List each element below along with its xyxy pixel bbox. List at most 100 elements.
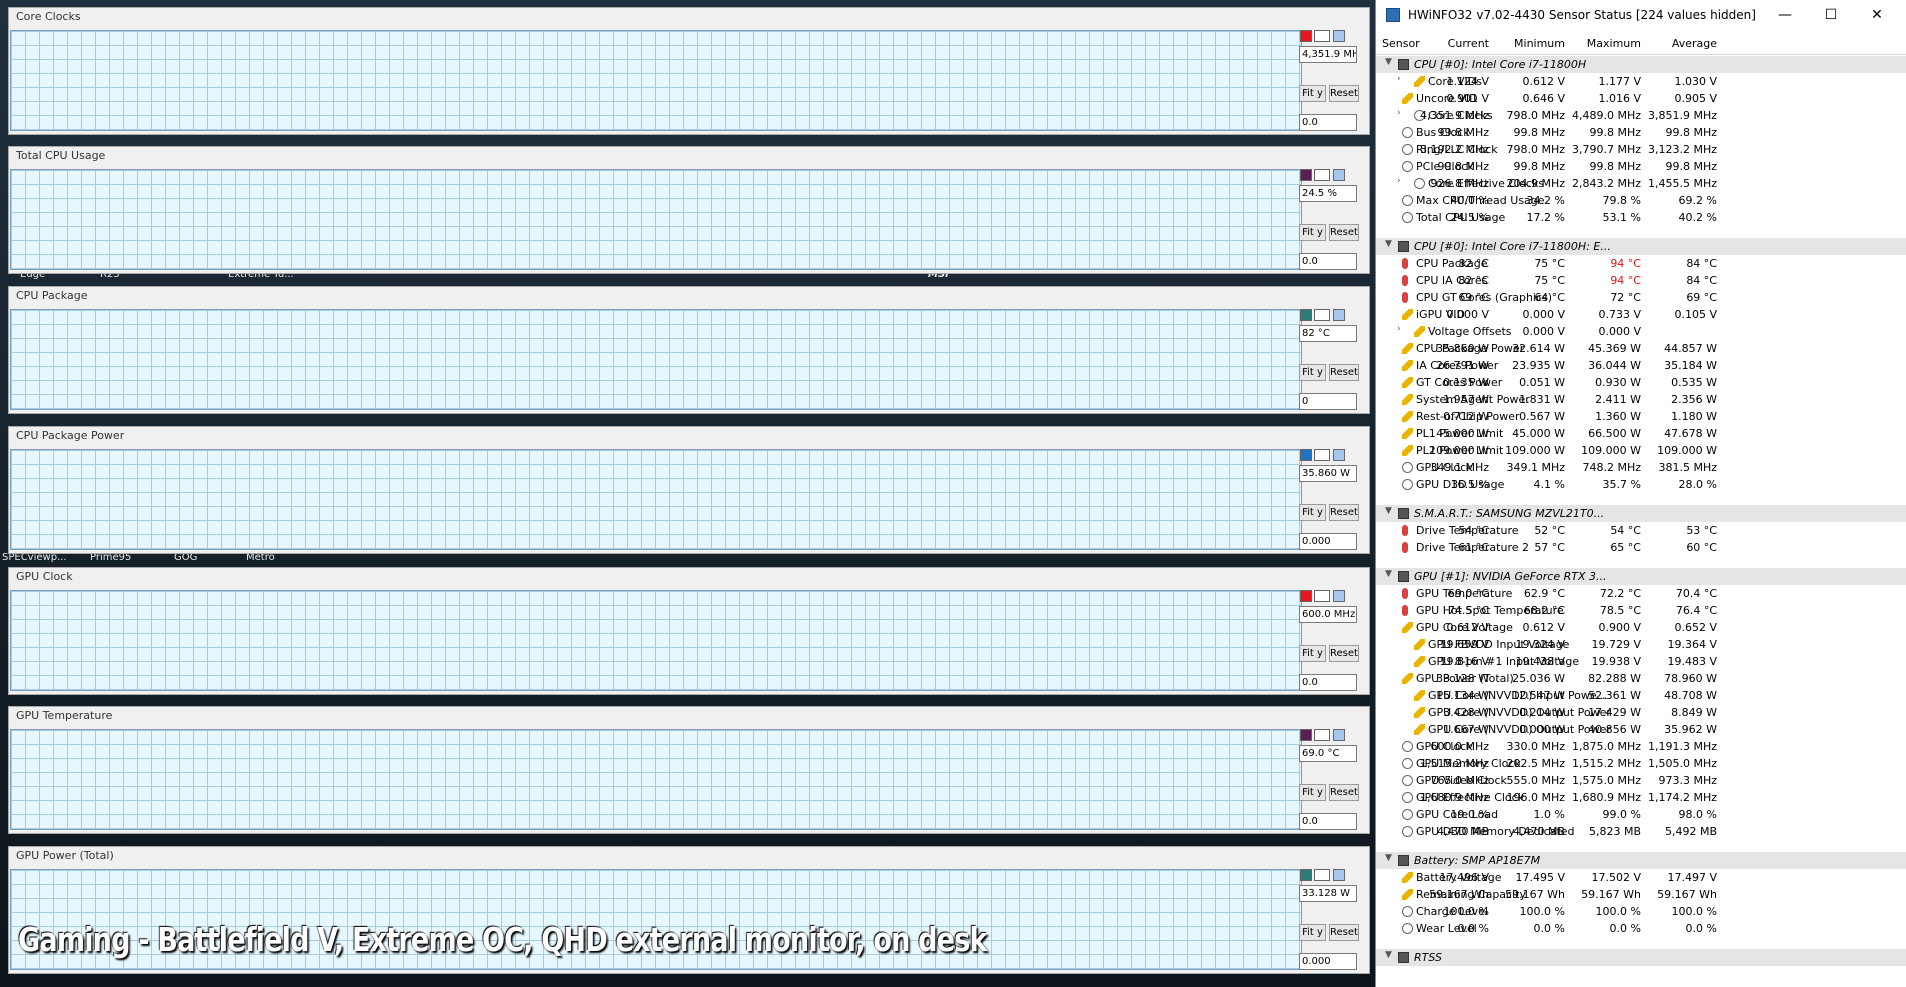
sensor-row[interactable]: PL1 Power Limit 45.000 W 45.000 W 66.500 W4…: [1376, 425, 1906, 442]
expand-arrow-icon[interactable]: ›: [1397, 108, 1401, 118]
collapse-arrow-icon[interactable]: ▼: [1385, 950, 1392, 960]
series-style-swatch[interactable]: [1314, 869, 1330, 881]
sensor-group-header[interactable]: ▼ CPU [#0]: Intel Core i7-11800H: E...: [1376, 238, 1906, 255]
sensor-row[interactable]: Bus Clock 99.8 MHz 99.8 MHz 99.8 MHz 99.8 MH…: [1376, 124, 1906, 141]
sensor-row[interactable]: Battery Voltage 17.496 V 17.495 V 17.502 V1…: [1376, 869, 1906, 886]
graph-min-value[interactable]: 0.000: [1299, 953, 1357, 970]
graph-current-value[interactable]: 82 °C: [1299, 325, 1357, 342]
graph-min-value[interactable]: 0.0: [1299, 813, 1357, 830]
sensor-row[interactable]: Total CPU Usage 24.5 % 17.2 % 53.1 % 40.2 %: [1376, 209, 1906, 226]
sensor-row[interactable]: GPU D3D Memory Dedicated 4,470 MB 4,470 MB…: [1376, 823, 1906, 840]
background-color-swatch[interactable]: [1333, 869, 1345, 881]
graph-current-value[interactable]: 4,351.9 MH.: [1299, 46, 1357, 63]
sensor-group-header[interactable]: ▼ S.M.A.R.T.: SAMSUNG MZVL21T0...: [1376, 505, 1906, 522]
fit-y-button[interactable]: Fit y: [1299, 645, 1326, 662]
desktop-icon-label[interactable]: Metro: [246, 553, 275, 563]
sensor-row[interactable]: GPU Core (NVVDD) Output Power 3.428 W 0.21…: [1376, 704, 1906, 721]
sensor-row[interactable]: Drive Temperature 2 61 °C 57 °C 65 °C 60 °C: [1376, 539, 1906, 556]
sensor-row[interactable]: › Core VIDs 1.124 V 0.612 V 1.177 V 1.030 V: [1376, 73, 1906, 90]
sensor-row[interactable]: iGPU VID 0.000 V 0.000 V 0.733 V 0.105 V: [1376, 306, 1906, 323]
sensor-row[interactable]: › Voltage Offsets 0.000 V 0.000 V: [1376, 323, 1906, 340]
series-color-swatch[interactable]: [1300, 869, 1312, 881]
sensor-row[interactable]: GPU Video Clock 765.0 MHz 555.0 MHz 1,575.0…: [1376, 772, 1906, 789]
series-style-swatch[interactable]: [1314, 30, 1330, 42]
graph-min-value[interactable]: 0.0: [1299, 114, 1357, 131]
sensor-row[interactable]: Charge Level 100.0 % 100.0 % 100.0 % 100.0 %: [1376, 903, 1906, 920]
sensor-row[interactable]: GPU FBVDD Input Voltage 19.659 V 19.324 V1…: [1376, 636, 1906, 653]
series-color-swatch[interactable]: [1300, 309, 1312, 321]
collapse-arrow-icon[interactable]: ▼: [1385, 57, 1392, 67]
sensor-group-header[interactable]: ▼ RTSS: [1376, 949, 1906, 966]
graph-min-value[interactable]: 0.0: [1299, 253, 1357, 270]
graph-current-value[interactable]: 24.5 %: [1299, 185, 1357, 202]
fit-y-button[interactable]: Fit y: [1299, 784, 1326, 801]
column-average[interactable]: Average: [1672, 37, 1717, 50]
sensor-group-header[interactable]: ▼ CPU [#0]: Intel Core i7-11800H: [1376, 56, 1906, 73]
sensor-row[interactable]: PCIe Clock 99.8 MHz 99.8 MHz 99.8 MHz 99.8 M…: [1376, 158, 1906, 175]
sensor-row[interactable]: Uncore VID 0.901 V 0.646 V 1.016 V 0.905 V: [1376, 90, 1906, 107]
series-color-swatch[interactable]: [1300, 169, 1312, 181]
series-style-swatch[interactable]: [1314, 449, 1330, 461]
sensor-row[interactable]: CPU GT Cores (Graphics) 69 °C 64 °C 72 °C 69…: [1376, 289, 1906, 306]
sensor-row[interactable]: GPU 8-pin #1 Input Voltage 19.816 V 19.438…: [1376, 653, 1906, 670]
graph-min-value[interactable]: 0: [1299, 393, 1357, 410]
background-color-swatch[interactable]: [1333, 729, 1345, 741]
graph-current-value[interactable]: 69.0 °C: [1299, 745, 1357, 762]
sensor-row[interactable]: GPU D3D Usage 16.5 % 4.1 % 35.7 % 28.0 %: [1376, 476, 1906, 493]
title-bar[interactable]: HWiNFO32 v7.02-4430 Sensor Status [224 v…: [1376, 0, 1906, 30]
graph-current-value[interactable]: 35.860 W: [1299, 465, 1357, 482]
background-color-swatch[interactable]: [1333, 309, 1345, 321]
sensor-row[interactable]: GPU Clock 600.0 MHz 330.0 MHz 1,875.0 MHz 1,…: [1376, 738, 1906, 755]
sensor-row[interactable]: Wear Level 0.0 % 0.0 % 0.0 % 0.0 %: [1376, 920, 1906, 937]
series-color-swatch[interactable]: [1300, 729, 1312, 741]
collapse-arrow-icon[interactable]: ▼: [1385, 569, 1392, 579]
sensor-row[interactable]: Ring/LLC Clock 3,192.2 MHz 798.0 MHz 3,790.…: [1376, 141, 1906, 158]
graph-min-value[interactable]: 0.0: [1299, 674, 1357, 691]
column-maximum[interactable]: Maximum: [1587, 37, 1641, 50]
series-style-swatch[interactable]: [1314, 169, 1330, 181]
sensor-row[interactable]: CPU IA Cores 82 °C 75 °C 94 °C 84 °C: [1376, 272, 1906, 289]
sensor-row[interactable]: GPU Clock 349.1 MHz 349.1 MHz 748.2 MHz 381.…: [1376, 459, 1906, 476]
fit-y-button[interactable]: Fit y: [1299, 224, 1326, 241]
collapse-arrow-icon[interactable]: ▼: [1385, 506, 1392, 516]
sensor-row[interactable]: GPU Hot Spot Temperature 74.5 °C 68.2 °C 78…: [1376, 602, 1906, 619]
desktop-icon-label[interactable]: SPECviewp...: [2, 553, 67, 563]
series-style-swatch[interactable]: [1314, 590, 1330, 602]
graph-min-value[interactable]: 0.000: [1299, 533, 1357, 550]
sensor-row[interactable]: GPU Core Load 19.0 % 1.0 % 99.0 % 98.0 %: [1376, 806, 1906, 823]
background-color-swatch[interactable]: [1333, 590, 1345, 602]
expand-arrow-icon[interactable]: ›: [1397, 324, 1401, 334]
sensor-group-header[interactable]: ▼ GPU [#1]: NVIDIA GeForce RTX 3...: [1376, 568, 1906, 585]
background-color-swatch[interactable]: [1333, 30, 1345, 42]
reset-button[interactable]: Reset: [1329, 85, 1359, 102]
column-current[interactable]: Current: [1448, 37, 1489, 50]
reset-button[interactable]: Reset: [1329, 784, 1359, 801]
collapse-arrow-icon[interactable]: ▼: [1385, 853, 1392, 863]
sensor-row[interactable]: GPU Effective Clock 1,680.9 MHz 196.0 MHz 1…: [1376, 789, 1906, 806]
sensor-row[interactable]: Remaining Capacity 59.167 Wh 59.167 Wh 59.1…: [1376, 886, 1906, 903]
sensor-row[interactable]: GPU Temperature 69.0 °C 62.9 °C 72.2 °C 70.4…: [1376, 585, 1906, 602]
column-minimum[interactable]: Minimum: [1514, 37, 1565, 50]
fit-y-button[interactable]: Fit y: [1299, 504, 1326, 521]
sensor-row[interactable]: Drive Temperature 54 °C 52 °C 54 °C 53 °C: [1376, 522, 1906, 539]
collapse-arrow-icon[interactable]: ▼: [1385, 239, 1392, 249]
series-color-swatch[interactable]: [1300, 30, 1312, 42]
background-color-swatch[interactable]: [1333, 169, 1345, 181]
sensor-row[interactable]: GPU Core (NVVDD) Input Powe... 15.134 W 12…: [1376, 687, 1906, 704]
reset-button[interactable]: Reset: [1329, 645, 1359, 662]
background-color-swatch[interactable]: [1333, 449, 1345, 461]
expand-arrow-icon[interactable]: ›: [1397, 176, 1401, 186]
sensor-row[interactable]: CPU Package 82 °C 75 °C 94 °C 84 °C: [1376, 255, 1906, 272]
reset-button[interactable]: Reset: [1329, 504, 1359, 521]
fit-y-button[interactable]: Fit y: [1299, 85, 1326, 102]
series-style-swatch[interactable]: [1314, 309, 1330, 321]
sensor-row[interactable]: CPU Package Power 35.860 W 32.614 W 45.369 …: [1376, 340, 1906, 357]
sensor-row[interactable]: PL2 Power Limit 109.000 W 109.000 W 109.000…: [1376, 442, 1906, 459]
sensor-row[interactable]: System Agent Power 1.957 W 1.831 W 2.411 W2…: [1376, 391, 1906, 408]
sensor-row[interactable]: IA Cores Power 26.791 W 23.935 W 36.044 W 35…: [1376, 357, 1906, 374]
series-color-swatch[interactable]: [1300, 449, 1312, 461]
reset-button[interactable]: Reset: [1329, 224, 1359, 241]
expand-arrow-icon[interactable]: ›: [1397, 74, 1401, 84]
minimize-button[interactable]: —: [1768, 4, 1802, 26]
sensor-row[interactable]: GPU Memory Clock 1,515.2 MHz 202.5 MHz 1,51…: [1376, 755, 1906, 772]
